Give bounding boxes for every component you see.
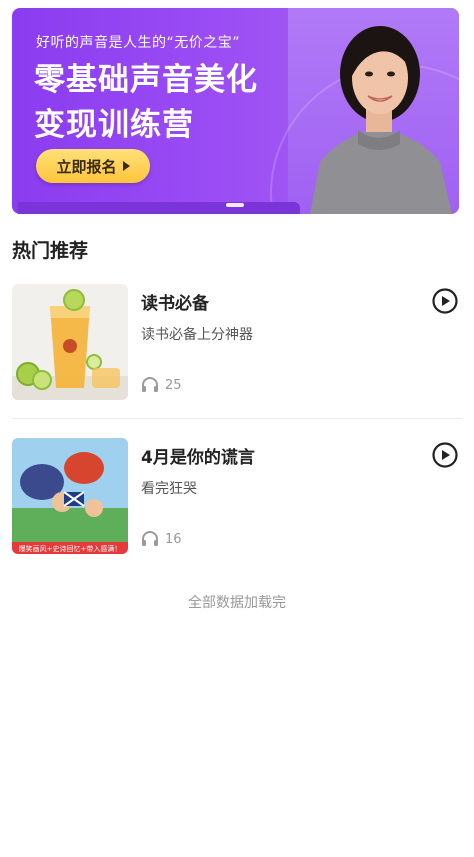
headphones-icon [142, 531, 158, 546]
cartoon-poster-image: 爆笑画风+史诗回忆+带入感满！ [12, 438, 128, 554]
play-count: 25 [141, 377, 182, 393]
promo-banner[interactable]: 好听的声音是人生的“无价之宝” 零基础声音美化 变现训练营 立即报名 [12, 8, 459, 214]
enroll-button[interactable]: 立即报名 [36, 149, 150, 183]
load-complete-message: 全部数据加载完 [188, 595, 286, 611]
presenter-photo [310, 26, 452, 214]
play-count-value: 25 [165, 377, 182, 393]
item-title: 读书必备 [141, 294, 209, 314]
item-subtitle: 读书必备上分神器 [141, 327, 253, 343]
banner-tagline: 好听的声音是人生的“无价之宝” [36, 35, 241, 51]
banner-bottom-strip [18, 202, 300, 214]
list-item[interactable]: 爆笑画风+史诗回忆+带入感满！ 4月是你的谎言 看完狂哭 16 [12, 438, 462, 556]
play-circle-icon[interactable] [432, 442, 458, 468]
headphones-icon [142, 377, 158, 392]
play-count-value: 16 [165, 531, 182, 547]
play-count: 16 [141, 531, 182, 547]
play-circle-icon[interactable] [432, 288, 458, 314]
list-item[interactable]: 读书必备 读书必备上分神器 25 [12, 284, 462, 402]
section-title-hot-recommend: 热门推荐 [12, 240, 89, 262]
banner-headline-line2: 变现训练营 [34, 107, 194, 143]
item-title: 4月是你的谎言 [141, 448, 255, 468]
banner-headline: 零基础声音美化 变现训练营 [34, 58, 294, 148]
poster-caption: 爆笑画风+史诗回忆+带入感满！ [19, 544, 122, 553]
enroll-button-label: 立即报名 [56, 157, 117, 176]
list-divider [12, 418, 462, 419]
item-subtitle: 看完狂哭 [141, 481, 197, 497]
carousel-indicator[interactable] [226, 203, 244, 207]
iced-tea-drink-image [12, 284, 128, 400]
play-triangle-icon [122, 161, 130, 171]
banner-headline-line1: 零基础声音美化 [34, 62, 258, 98]
